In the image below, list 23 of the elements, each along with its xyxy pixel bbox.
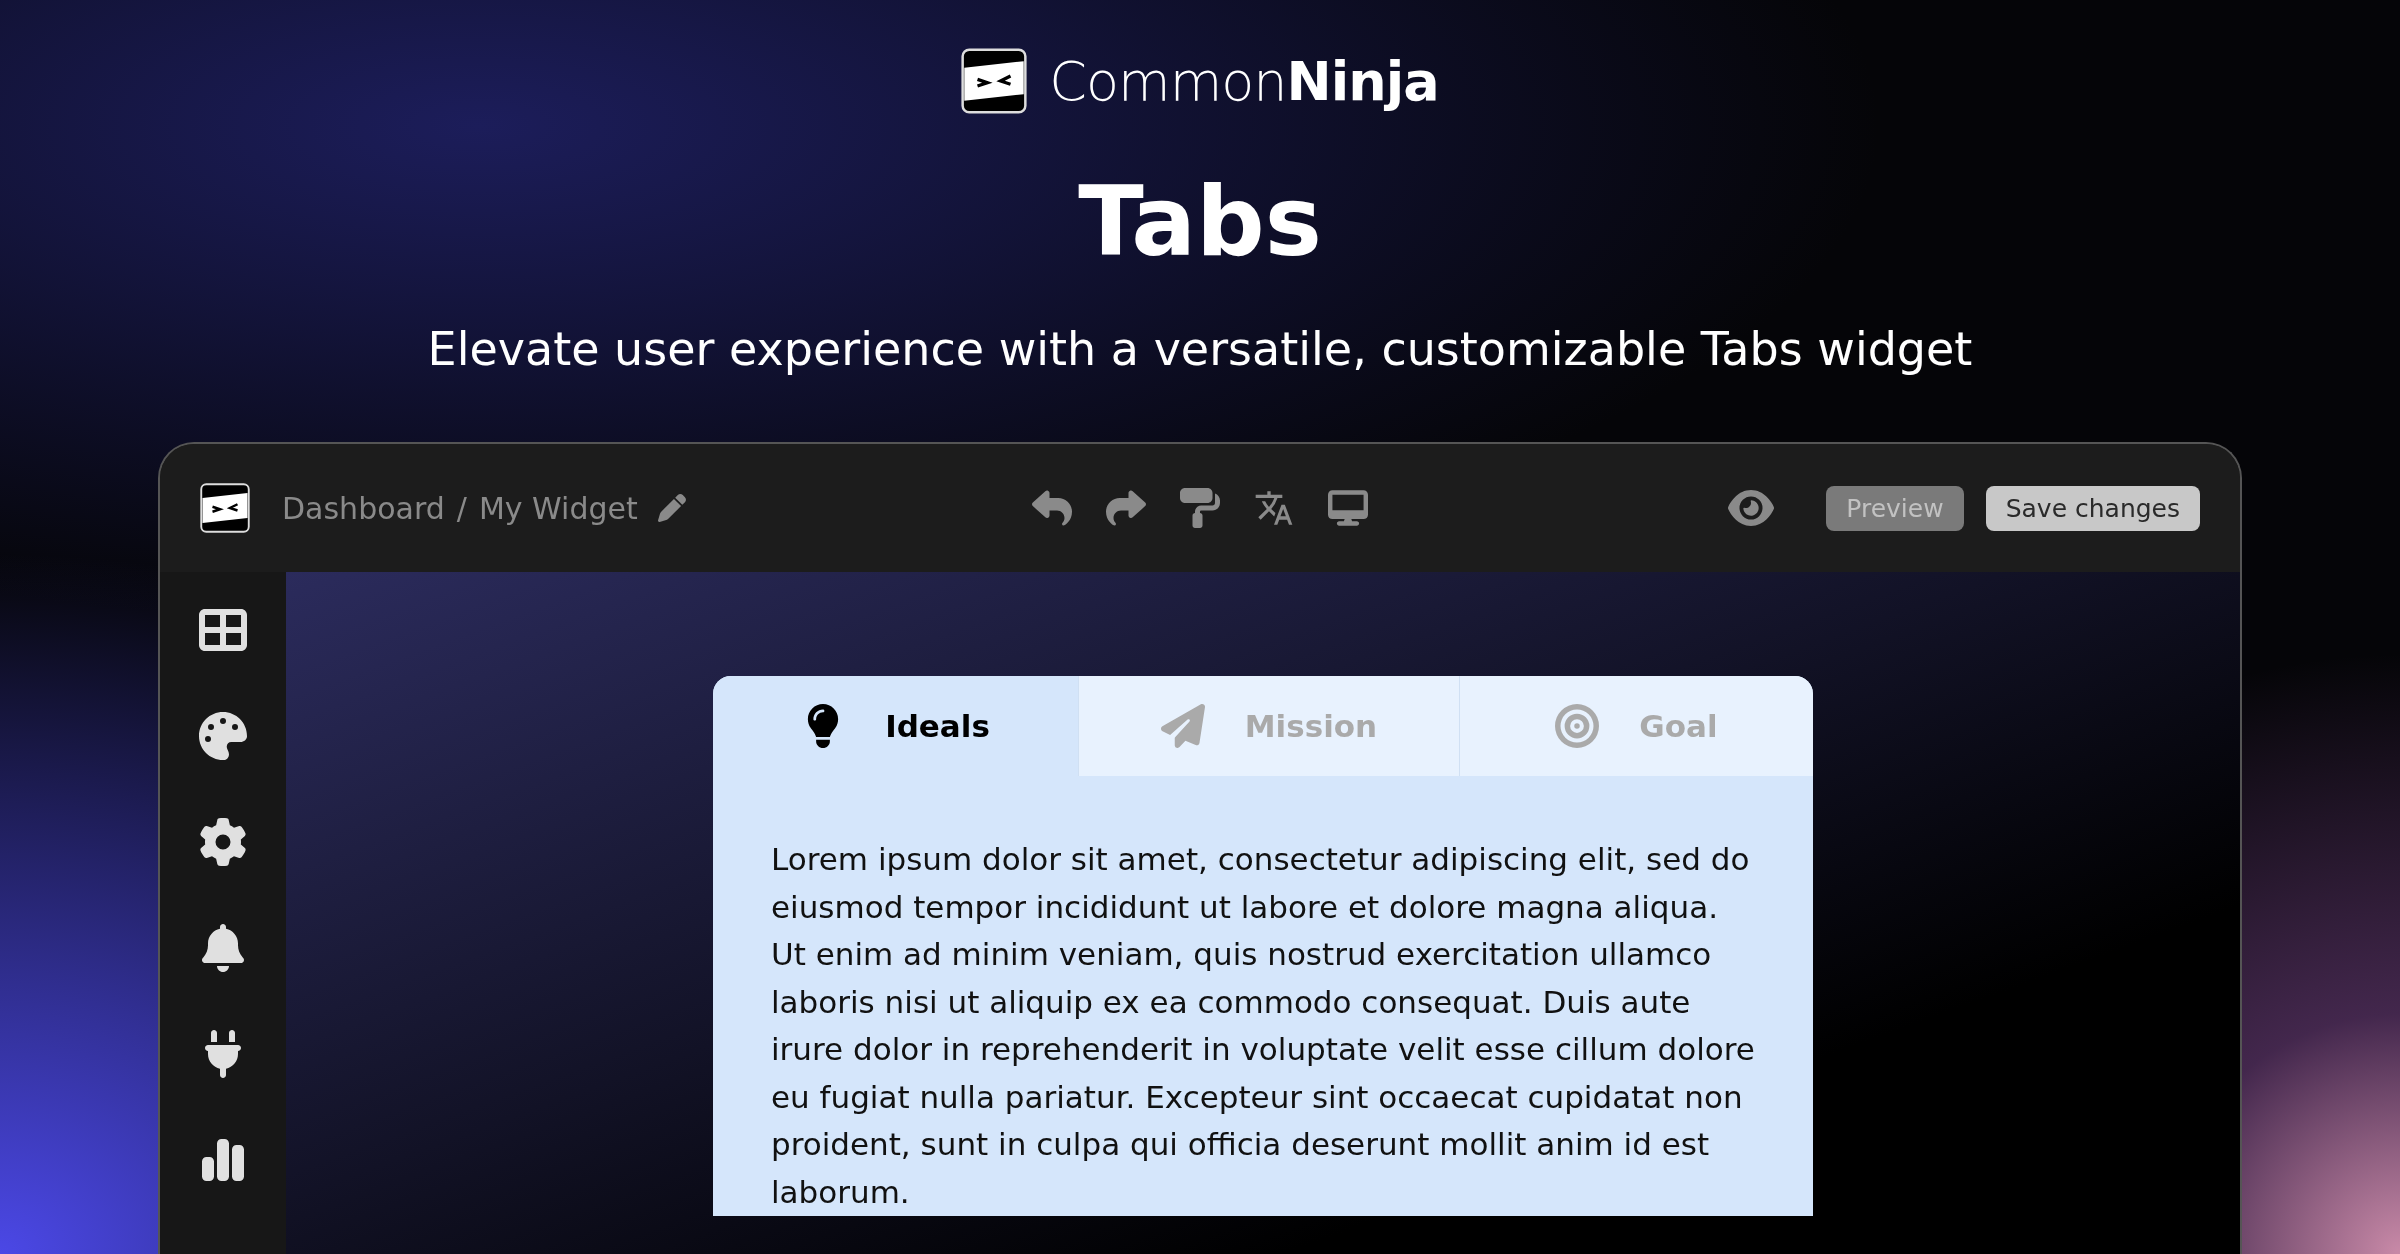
edit-icon[interactable]: [657, 494, 686, 522]
palette-icon[interactable]: [199, 712, 247, 760]
bell-icon[interactable]: [199, 924, 247, 972]
brand-name: CommonNinja: [1049, 49, 1439, 113]
translate-icon[interactable]: [1254, 488, 1294, 528]
grid-icon[interactable]: [199, 606, 247, 654]
paper-plane-icon: [1160, 704, 1205, 748]
settings-icon[interactable]: [199, 818, 247, 866]
save-button[interactable]: Save changes: [1985, 485, 2200, 531]
breadcrumb-separator: /: [456, 490, 467, 526]
logo-icon: [200, 483, 250, 533]
undo-icon[interactable]: [1032, 488, 1072, 528]
breadcrumb-current: My Widget: [478, 490, 638, 526]
desktop-icon[interactable]: [1328, 488, 1368, 528]
tab-content-text: Lorem ipsum dolor sit amet, consectetur adipiscing elit, sed do eiusmod tempor incididunt ut labore et dolore magna aliqua. Ut enim ad minim veniam, quis nostrud exercitation ullamco laboris nisi ut aliquip ex ea commodo consequat. Duis aute irure dolor in reprehenderit in voluptate velit esse cillum dolore eu fugiat nulla pariatur. Excepteur sint occaecat cupidatat non proident, sunt in culpa qui officia deserunt mollit anim id est laborum.: [770, 840, 1756, 1212]
subtitle: Elevate user experience with a versatile, customizable Tabs widget: [427, 322, 1973, 376]
target-icon: [1555, 704, 1600, 748]
bar-chart-icon[interactable]: [199, 1136, 247, 1184]
breadcrumb-link[interactable]: Dashboard: [282, 490, 445, 526]
paint-roller-icon[interactable]: [1180, 488, 1220, 528]
logo-icon: [961, 48, 1028, 114]
redo-icon[interactable]: [1106, 488, 1146, 528]
headline: Tabs: [1078, 166, 1322, 278]
